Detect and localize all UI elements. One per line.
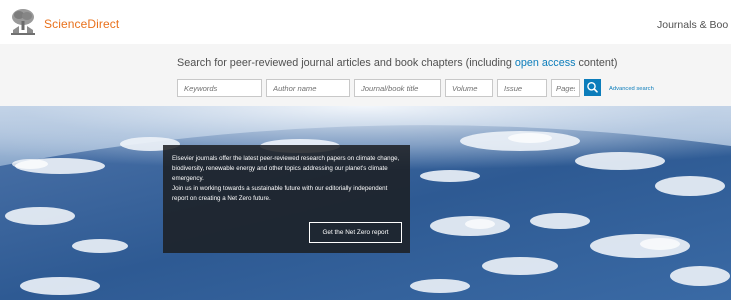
promo-paragraph-2: Join us in working towards a sustainable… [172,184,388,202]
search-title-suffix: content) [575,57,618,69]
search-title: Search for peer-reviewed journal article… [177,57,618,69]
issue-input[interactable] [497,79,547,97]
quick-search-panel: Search for peer-reviewed journal article… [0,44,731,106]
advanced-search-link[interactable]: Advanced search [609,86,654,92]
author-name-input[interactable] [266,79,350,97]
net-zero-promo-panel: Elsevier journals offer the latest peer-… [163,145,410,253]
journal-book-title-input[interactable] [354,79,441,97]
get-net-zero-report-button[interactable]: Get the Net Zero report [309,222,402,243]
pages-input[interactable] [551,79,580,97]
sciencedirect-brand-link[interactable]: ScienceDirect [44,17,119,31]
search-button[interactable] [584,79,601,96]
search-icon [587,82,598,93]
elsevier-tree-logo-icon[interactable] [10,8,36,36]
journals-and-books-link[interactable]: Journals & Boo [657,19,731,31]
open-access-link[interactable]: open access [515,57,576,69]
volume-input[interactable] [445,79,493,97]
promo-text: Elsevier journals offer the latest peer-… [172,154,404,204]
keywords-input[interactable] [177,79,262,97]
site-header: ScienceDirect Journals & Boo [0,0,731,44]
search-title-prefix: Search for peer-reviewed journal article… [177,57,515,69]
promo-paragraph-1: Elsevier journals offer the latest peer-… [172,155,400,182]
